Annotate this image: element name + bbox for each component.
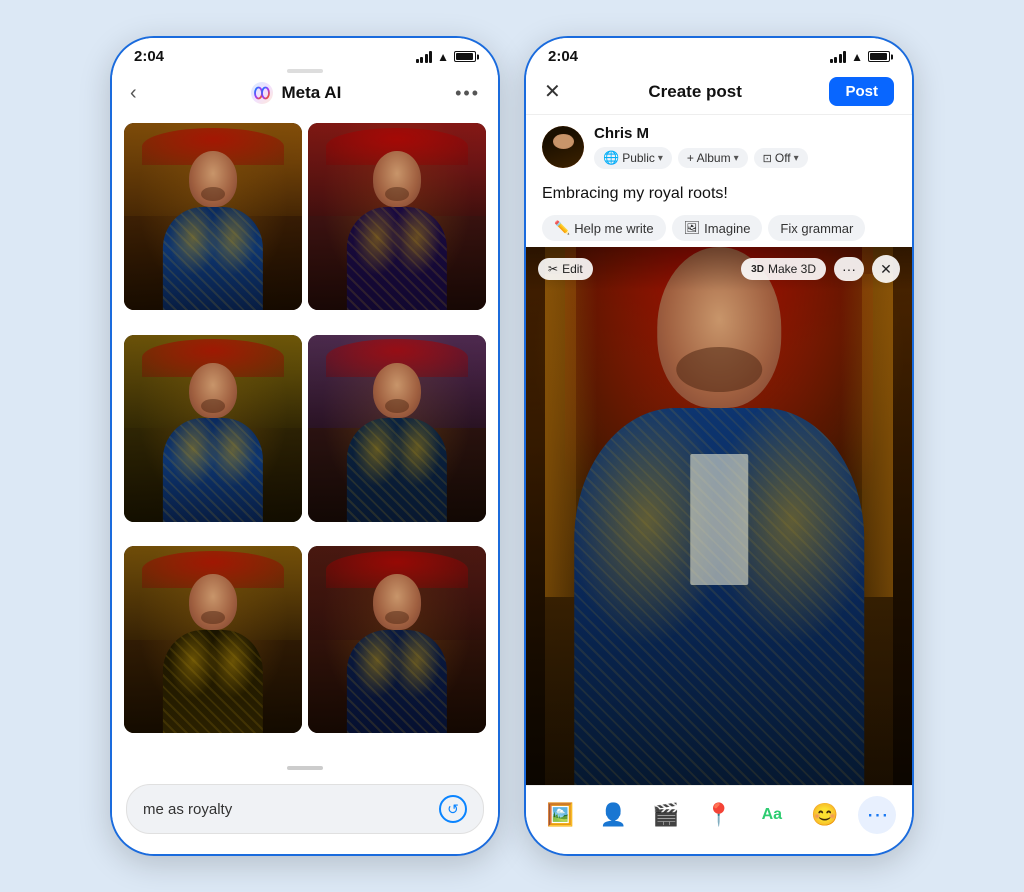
grid-image-3[interactable] [124,335,302,522]
wifi-icon-1: ▲ [437,50,449,64]
help-me-write-label: Help me write [574,221,653,236]
overlay-more-button[interactable]: ··· [834,257,864,281]
edit-button[interactable]: ✂ Edit [538,258,593,280]
user-name: Chris M [594,125,808,142]
fix-grammar-button[interactable]: Fix grammar [768,215,865,241]
album-pill[interactable]: + Album ▾ [678,148,748,168]
grid-image-1[interactable] [124,123,302,310]
scroll-handle [287,766,323,770]
off-chevron: ▾ [794,153,799,164]
tag-people-tool[interactable]: 👤 [594,796,632,834]
wall-left [545,247,576,785]
imagine-label: Imagine [704,221,750,236]
album-label: + Album [687,151,731,165]
signal-icon-2 [830,51,847,63]
grid-image-4[interactable] [308,335,486,522]
create-post-header: ✕ Create post Post [526,69,912,115]
bottom-toolbar: 🖼️ 👤 🎬 📍 Aa 😊 ⋯ [526,785,912,854]
grid-image-2[interactable] [308,123,486,310]
edit-label: Edit [562,262,583,276]
grid-image-5[interactable] [124,546,302,733]
avatar [542,126,584,168]
status-bar-2: 2:04 ▲ [526,38,912,69]
imagine-button[interactable]: 🖼 Imagine [672,215,763,241]
threed-icon: 3D [751,264,764,275]
meta-ai-label: Meta AI [281,83,341,103]
off-label: Off [775,151,791,165]
close-button[interactable]: ✕ [544,79,561,104]
signal-icon-1 [416,51,433,63]
overlay-right-buttons: 3D Make 3D ··· ✕ [741,255,900,283]
globe-icon: 🌐 [603,150,619,166]
make-3d-label: Make 3D [768,262,816,276]
help-me-write-button[interactable]: ✏️ Help me write [542,215,666,241]
time-1: 2:04 [134,48,164,65]
figure-jacket [574,408,864,785]
make-3d-button[interactable]: 3D Make 3D [741,258,826,280]
emoji-tool[interactable]: 😊 [806,796,844,834]
chat-input-box[interactable]: ↺ [126,784,484,834]
image-grid [112,115,498,760]
public-label: Public [622,151,655,165]
album-chevron: ▾ [734,153,739,164]
battery-icon-2 [868,51,890,62]
more-button[interactable]: ••• [455,83,480,104]
post-button[interactable]: Post [829,77,894,106]
pencil-icon: ✏️ [554,220,570,236]
phone-2-create-post: 2:04 ▲ ✕ Create post Post Chris M [524,36,914,856]
location-tool[interactable]: 📍 [700,796,738,834]
more-tool[interactable]: ⋯ [858,796,896,834]
post-text-area[interactable]: Embracing my royal roots! [526,179,912,209]
imagine-icon: 🖼 [684,220,701,236]
fix-grammar-label: Fix grammar [780,221,853,236]
chat-input[interactable] [143,801,429,818]
meta-ai-title: Meta AI [250,81,341,105]
back-button[interactable]: ‹ [130,82,137,105]
drag-handle-1 [287,69,323,73]
audience-public-pill[interactable]: 🌐 Public ▾ [594,147,672,169]
user-info: Chris M 🌐 Public ▾ + Album ▾ ⊡ Off ▾ [594,125,808,169]
image-close-button[interactable]: ✕ [872,255,900,283]
grid-image-6[interactable] [308,546,486,733]
off-pill[interactable]: ⊡ Off ▾ [754,148,808,168]
create-post-title: Create post [648,82,742,102]
public-chevron: ▾ [658,153,663,164]
camera-icon: ⊡ [763,152,772,165]
reel-tool[interactable]: 🎬 [647,796,685,834]
post-image-area: ✂ Edit 3D Make 3D ··· ✕ [526,247,912,785]
status-bar-1: 2:04 ▲ [112,38,498,69]
status-icons-2: ▲ [830,50,890,64]
refresh-button[interactable]: ↺ [439,795,467,823]
photo-video-tool[interactable]: 🖼️ [541,796,579,834]
user-meta-row: 🌐 Public ▾ + Album ▾ ⊡ Off ▾ [594,147,808,169]
user-row: Chris M 🌐 Public ▾ + Album ▾ ⊡ Off ▾ [526,115,912,179]
post-text: Embracing my royal roots! [542,185,728,202]
wall-right [862,247,893,785]
edit-icon: ✂ [548,262,558,276]
battery-icon-1 [454,51,476,62]
chat-input-area: ↺ [112,774,498,854]
post-image: ✂ Edit 3D Make 3D ··· ✕ [526,247,912,785]
meta-ai-header: ‹ Meta AI ••• [112,75,498,115]
phone-1-meta-ai: 2:04 ▲ ‹ [110,36,500,856]
status-icons-1: ▲ [416,50,476,64]
text-style-tool[interactable]: Aa [753,796,791,834]
meta-logo-icon [250,81,274,105]
time-2: 2:04 [548,48,578,65]
ai-tools-row: ✏️ Help me write 🖼 Imagine Fix grammar [526,209,912,247]
wifi-icon-2: ▲ [851,50,863,64]
image-overlay-controls: ✂ Edit 3D Make 3D ··· ✕ [526,247,912,291]
